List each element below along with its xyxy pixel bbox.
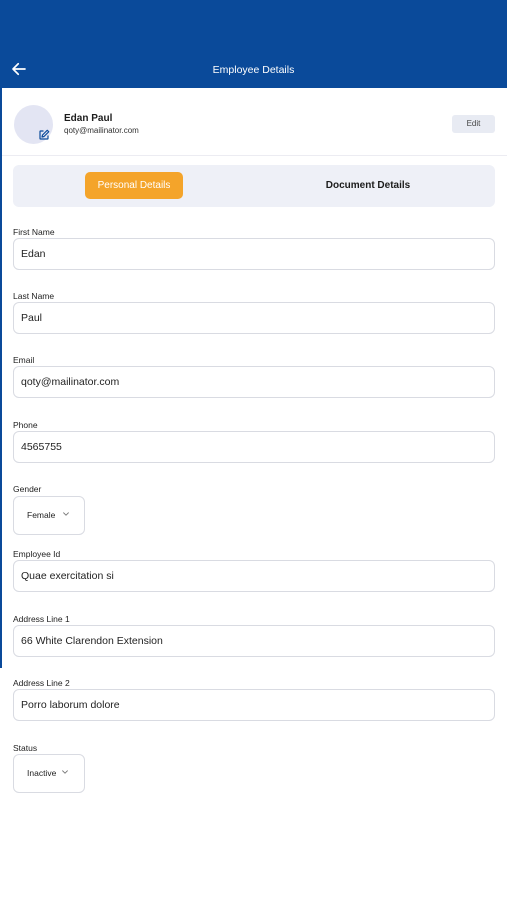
first-name-field[interactable]: Edan [13,238,495,270]
chevron-down-icon [62,770,68,774]
tab-document-details[interactable]: Document Details [303,172,433,199]
avatar[interactable] [14,105,53,144]
profile-name: Edan Paul [64,113,113,124]
gender-select[interactable]: Female [13,496,85,535]
employee-id-value: Quae exercitation si [21,570,114,582]
address-line-2-field[interactable]: Porro laborum dolore [13,689,495,721]
profile-email: qoty@mailinator.com [64,126,139,135]
page-title: Employee Details [212,64,295,76]
gender-label: Gender [13,484,42,494]
phone-value: 4565755 [21,441,62,453]
address-line-1-label: Address Line 1 [13,614,70,624]
address-line-2-label: Address Line 2 [13,678,70,688]
chevron-down-icon [63,512,69,516]
tab-personal-details[interactable]: Personal Details [85,172,183,199]
email-field[interactable]: qoty@mailinator.com [13,366,495,398]
last-name-value: Paul [21,312,43,324]
address-line-1-value: 66 White Clarendon Extension [21,635,163,647]
employee-id-label: Employee Id [13,549,61,559]
phone-label: Phone [13,420,38,430]
status-select[interactable]: Inactive [13,754,85,793]
email-value: qoty@mailinator.com [21,376,120,388]
left-edge-rule [0,88,2,668]
last-name-label: Last Name [13,291,55,301]
first-name-value: Edan [21,248,46,260]
last-name-field[interactable]: Paul [13,302,495,334]
app-bar: Employee Details [0,0,507,88]
address-line-1-field[interactable]: 66 White Clarendon Extension [13,625,495,657]
email-label: Email [13,355,35,365]
employee-id-field[interactable]: Quae exercitation si [13,560,495,592]
phone-field[interactable]: 4565755 [13,431,495,463]
edit-square-icon[interactable] [38,129,50,141]
gender-value: Female [27,510,56,520]
status-value: Inactive [27,768,57,778]
address-line-2-value: Porro laborum dolore [21,699,120,711]
detail-tabs: Personal Details Document Details [13,165,495,207]
profile-header: Edan Paul qoty@mailinator.com Edit [2,88,507,156]
status-label: Status [13,743,38,753]
edit-button[interactable]: Edit [452,115,495,133]
first-name-label: First Name [13,227,55,237]
